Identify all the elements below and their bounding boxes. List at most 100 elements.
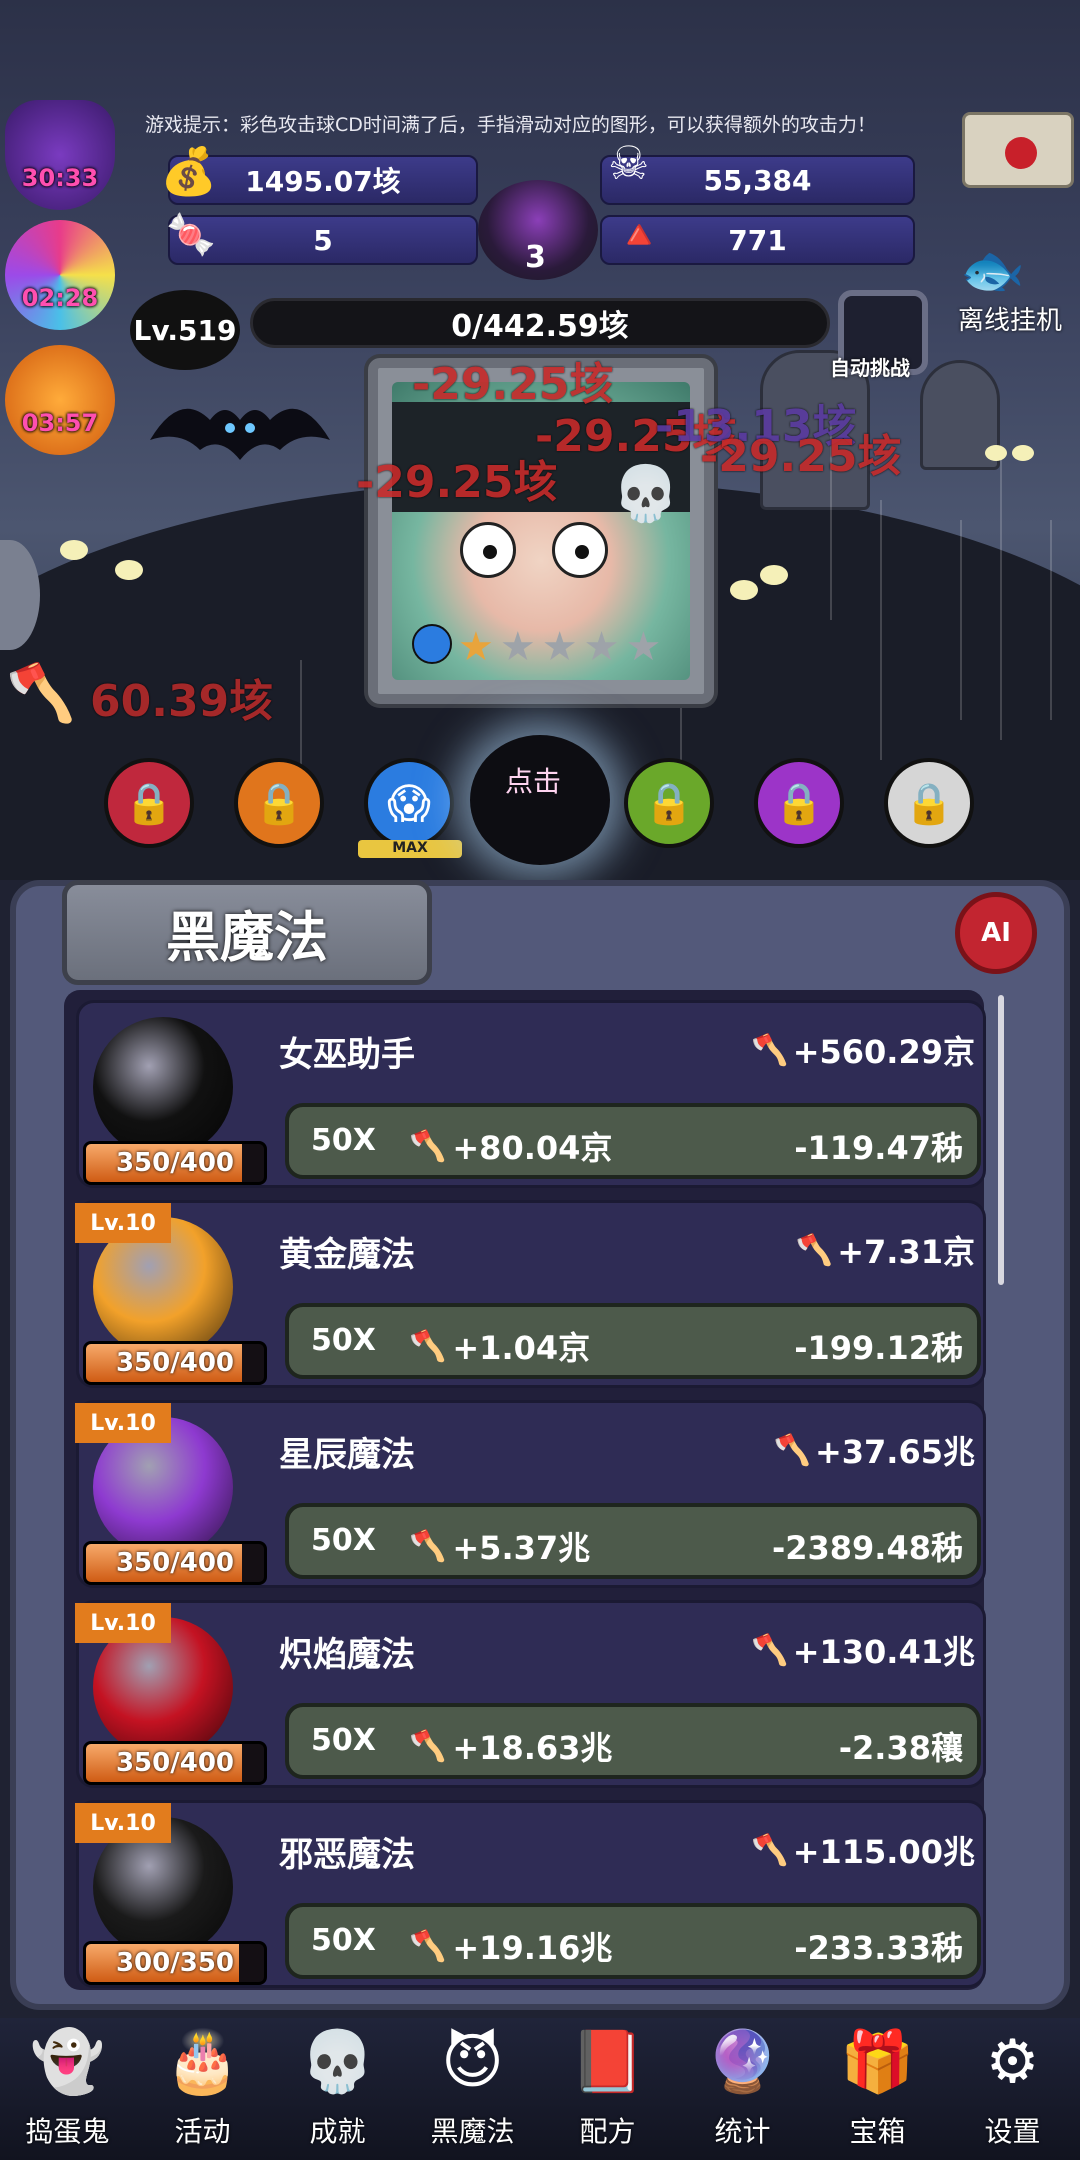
blue-orb[interactable]: 😱 [364, 758, 454, 848]
gold-value: 1495.07垓 [245, 165, 401, 198]
auto-challenge-label[interactable]: 自动挑战 [830, 352, 910, 381]
white-orb-locked[interactable]: 🔒 [884, 758, 974, 848]
row-bonus-value: +7.31京 [837, 1233, 975, 1271]
timer-text: 03:57 [21, 409, 99, 437]
nav-item-recipes[interactable]: 📕 配方 [543, 2018, 673, 2156]
purple-orb-locked[interactable]: 🔒 [754, 758, 844, 848]
element-icon [412, 624, 452, 664]
cost-value: -2.38穰 [838, 1729, 963, 1767]
damage-popup: -29.25垓 [700, 431, 902, 482]
click-label: 点击 [505, 765, 562, 798]
candy-swirl-timer[interactable]: 02:28 [5, 220, 115, 330]
black-demon-orb[interactable] [470, 735, 610, 865]
row-name: 星辰魔法 [279, 1435, 415, 1475]
lock-icon: 🔒 [644, 780, 694, 827]
ai-button[interactable]: AI [955, 892, 1037, 974]
nav-item-chest[interactable]: 🎁 宝箱 [813, 2018, 943, 2156]
magic-row[interactable]: Lv.10 350/400 星辰魔法 🪓 +37.65兆 50X 🪓 +5.37… [75, 1400, 986, 1588]
level-badge: Lv.519 [130, 290, 240, 370]
nav-item-troublemaker[interactable]: 👻 捣蛋鬼 [3, 2018, 133, 2156]
upgrade-button[interactable]: 50X 🪓 +5.37兆 -2389.48秭 [285, 1503, 981, 1579]
axe-icon: 🪓 [409, 1928, 447, 1964]
scrollbar[interactable] [998, 995, 1004, 1285]
multiplier-label: 50X [311, 1123, 376, 1158]
witch-hat-timer[interactable]: 30:33 [5, 100, 115, 210]
row-bonus: 🪓 +115.00兆 [751, 1827, 975, 1873]
gift-icon: 🎁 [840, 2027, 915, 2097]
max-tag: MAX [358, 840, 462, 858]
nav-item-achievements[interactable]: 💀 成就 [273, 2018, 403, 2156]
row-bonus-value: +560.29京 [792, 1033, 975, 1071]
row-name: 女巫助手 [279, 1035, 415, 1075]
nav-item-events[interactable]: 🎂 活动 [138, 2018, 268, 2156]
row-progress-text: 350/400 [115, 1548, 235, 1578]
nav-label: 成就 [309, 2115, 366, 2148]
multiplier-label: 50X [311, 1523, 376, 1558]
demon-icon: 😈 [441, 2027, 504, 2097]
axe-icon: 🪓 [795, 1232, 834, 1268]
fishbone-icon: 🐟 [960, 241, 1025, 301]
red-orb-locked[interactable]: 🔒 [104, 758, 194, 848]
axe-icon: 🪓 [409, 1328, 447, 1364]
row-level-badge: Lv.10 [75, 1403, 171, 1443]
panel-title: 黑魔法 [62, 880, 432, 985]
witch-eye [552, 522, 608, 578]
cost-value: -199.12秭 [794, 1329, 963, 1367]
lock-icon: 🔒 [254, 780, 304, 827]
increment-value: +80.04京 [452, 1129, 613, 1167]
increment: 🪓 +1.04京 [409, 1323, 590, 1369]
skull-icon: 💀 [300, 2027, 375, 2097]
magic-row[interactable]: Lv.10 300/350 邪恶魔法 🪓 +115.00兆 50X 🪓 +19.… [75, 1800, 986, 1988]
nav-item-black-magic[interactable]: 😈 黑魔法 [408, 2018, 538, 2156]
star-icon: ★ [541, 624, 578, 670]
magic-row[interactable]: Lv.10 350/400 炽焰魔法 🪓 +130.41兆 50X 🪓 +18.… [75, 1600, 986, 1788]
star-icon: ★ [583, 624, 620, 670]
axe-icon: 🪓 [751, 1032, 789, 1068]
lock-icon: 🔒 [774, 780, 824, 827]
candycorn-value: 771 [728, 223, 787, 257]
magic-row[interactable]: Lv.10 350/400 黄金魔法 🪓 +7.31京 50X 🪓 +1.04京… [75, 1200, 986, 1388]
pumpkin-timer[interactable]: 03:57 [5, 345, 115, 455]
row-level-badge: Lv.10 [75, 1803, 171, 1843]
bottom-nav: 👻 捣蛋鬼 🎂 活动 💀 成就 😈 黑魔法 📕 配方 🔮 统计 🎁 宝箱 ⚙ 设… [0, 2018, 1080, 2160]
row-name: 炽焰魔法 [279, 1635, 415, 1675]
upgrade-button[interactable]: 50X 🪓 +18.63兆 -2.38穰 [285, 1703, 981, 1779]
upgrade-button[interactable]: 50X 🪓 +1.04京 -199.12秭 [285, 1303, 981, 1379]
row-progress-bar: 300/350 [83, 1941, 267, 1985]
row-bonus-value: +37.65兆 [814, 1433, 975, 1471]
multiplier-label: 50X [311, 1723, 376, 1758]
row-progress-text: 350/400 [115, 1148, 235, 1178]
nav-label: 活动 [174, 2115, 231, 2148]
skull-potion-icon: ☠ [608, 136, 650, 190]
green-orb-locked[interactable]: 🔒 [624, 758, 714, 848]
row-progress-bar: 350/400 [83, 1141, 267, 1185]
star-rating: ★ ★ ★ ★ ★ [412, 624, 661, 670]
nav-item-stats[interactable]: 🔮 统计 [678, 2018, 808, 2156]
axe-icon: 🪓 [751, 1632, 789, 1668]
moneybag-icon: 💰 [160, 144, 218, 198]
lock-icon: 🔒 [124, 780, 174, 827]
mail-seal-icon [1005, 137, 1037, 169]
timer-text: 30:33 [21, 164, 99, 192]
witch-eye [460, 522, 516, 578]
row-progress-text: 350/400 [115, 1348, 235, 1378]
cake-icon: 🎂 [165, 2027, 240, 2097]
orange-orb-locked[interactable]: 🔒 [234, 758, 324, 848]
glowing-eye [60, 540, 88, 560]
multiplier-label: 50X [311, 1323, 376, 1358]
mail-button[interactable] [962, 112, 1074, 188]
upgrade-button[interactable]: 50X 🪓 +19.16兆 -233.33秭 [285, 1903, 981, 1979]
row-bonus-value: +130.41兆 [792, 1633, 975, 1671]
upgrade-button[interactable]: 50X 🪓 +80.04京 -119.47秭 [285, 1103, 981, 1179]
offline-label[interactable]: 离线挂机 [958, 300, 1062, 337]
star-icon: ★ [625, 624, 662, 670]
axe-icon: 🪓 [751, 1832, 789, 1868]
axe-icon: 🪓 [409, 1128, 447, 1164]
skull-candy-icon: 🍬 [166, 212, 216, 258]
nav-item-settings[interactable]: ⚙ 设置 [948, 2018, 1078, 2156]
crystal-ball-icon: 🔮 [705, 2027, 780, 2097]
magic-row[interactable]: 350/400 女巫助手 🪓 +560.29京 50X 🪓 +80.04京 -1… [76, 1000, 986, 1188]
gear-icon: ⚙ [985, 2027, 1040, 2097]
glowing-eye [115, 560, 143, 580]
cost-value: -2389.48秭 [771, 1529, 963, 1567]
